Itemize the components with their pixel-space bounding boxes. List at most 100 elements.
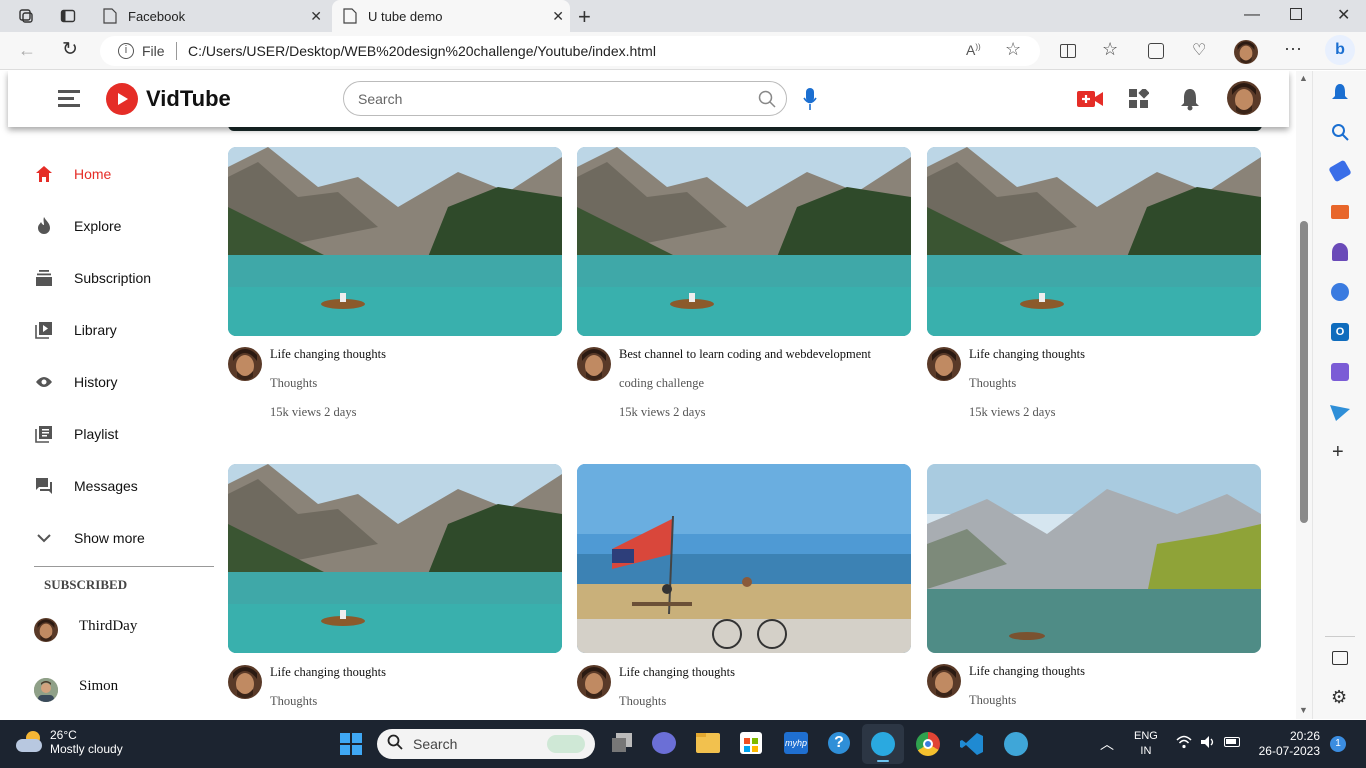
channel-avatar[interactable] xyxy=(228,347,262,381)
app-icon[interactable] xyxy=(1004,732,1028,756)
sidebar-item-playlist[interactable]: Playlist xyxy=(34,422,118,446)
teams-chat-icon[interactable] xyxy=(652,732,676,754)
close-window-icon[interactable]: ✕ xyxy=(1337,5,1350,25)
workspaces-icon[interactable] xyxy=(18,8,34,24)
video-title[interactable]: Life changing thoughts xyxy=(270,665,386,680)
tab-facebook[interactable]: Facebook ✕ xyxy=(92,0,328,32)
split-screen-icon[interactable] xyxy=(1060,44,1076,58)
add-icon[interactable]: + xyxy=(1332,441,1344,464)
back-icon[interactable]: ← xyxy=(18,40,36,61)
apps-icon[interactable] xyxy=(1129,87,1150,114)
send-icon[interactable] xyxy=(1330,405,1350,426)
battery-icon[interactable] xyxy=(1224,737,1240,747)
video-title[interactable]: Life changing thoughts xyxy=(969,347,1085,362)
chrome-icon[interactable] xyxy=(916,732,940,756)
new-tab-icon[interactable]: + xyxy=(578,4,591,30)
help-icon[interactable]: ? xyxy=(828,732,850,754)
settings-gear-icon[interactable]: ⚙ xyxy=(1331,687,1347,708)
task-view-icon[interactable] xyxy=(612,733,632,753)
url-field[interactable]: i File C:/Users/USER/Desktop/WEB%20desig… xyxy=(100,36,1040,66)
games-icon[interactable] xyxy=(1332,243,1348,261)
menu-icon[interactable] xyxy=(58,89,80,107)
notification-badge[interactable]: 1 xyxy=(1330,736,1346,752)
close-tab-icon[interactable]: ✕ xyxy=(310,8,322,25)
windows-start-icon[interactable] xyxy=(340,733,362,755)
video-thumbnail[interactable] xyxy=(228,147,562,336)
channel-avatar[interactable] xyxy=(927,664,961,698)
bell-icon[interactable] xyxy=(1331,83,1349,108)
file-explorer-icon[interactable] xyxy=(696,733,720,753)
tools-icon[interactable] xyxy=(1331,205,1349,219)
favorite-star-icon[interactable]: ☆ xyxy=(1005,39,1021,60)
sidebar-item-explore[interactable]: Explore xyxy=(34,214,121,238)
tab-utube-demo[interactable]: U tube demo ✕ xyxy=(332,0,570,32)
video-title[interactable]: Life changing thoughts xyxy=(969,664,1085,679)
video-thumbnail[interactable] xyxy=(927,147,1261,336)
video-channel[interactable]: Thoughts xyxy=(619,694,666,709)
sidebar-item-show-more[interactable]: Show more xyxy=(34,526,145,550)
video-channel[interactable]: Thoughts xyxy=(270,376,317,391)
profile-avatar[interactable] xyxy=(1234,40,1258,64)
video-card[interactable]: Life changing thoughts Thoughts 15k view… xyxy=(927,147,1261,419)
scroll-down-arrow[interactable]: ▼ xyxy=(1299,705,1308,715)
vscode-icon[interactable] xyxy=(960,732,984,756)
scroll-up-arrow[interactable]: ▲ xyxy=(1299,73,1308,83)
sidebar-item-subscription[interactable]: Subscription xyxy=(34,266,151,290)
video-channel[interactable]: coding challenge xyxy=(619,376,704,391)
hp-icon[interactable]: myhp xyxy=(784,732,808,754)
more-options-icon[interactable]: ··· xyxy=(1284,38,1302,59)
hide-sidebar-icon[interactable] xyxy=(1332,651,1348,665)
clock[interactable]: 20:26 26-07-2023 xyxy=(1259,729,1320,759)
video-title[interactable]: Best channel to learn coding and webdeve… xyxy=(619,347,871,362)
search-icon[interactable] xyxy=(1331,123,1349,146)
outlook-icon[interactable]: O xyxy=(1331,323,1349,341)
video-channel[interactable]: Thoughts xyxy=(969,376,1016,391)
microphone-icon[interactable] xyxy=(803,87,817,116)
video-thumbnail[interactable] xyxy=(927,464,1261,653)
volume-icon[interactable] xyxy=(1200,735,1216,754)
video-thumbnail[interactable] xyxy=(228,464,562,653)
search-icon[interactable] xyxy=(758,90,776,111)
restore-icon[interactable] xyxy=(1290,8,1302,20)
sidebar-item-messages[interactable]: Messages xyxy=(34,474,138,498)
video-card[interactable]: Best channel to learn coding and webdeve… xyxy=(577,147,911,419)
notifications-bell-icon[interactable] xyxy=(1180,87,1200,116)
channel-avatar[interactable] xyxy=(577,347,611,381)
microsoft365-icon[interactable] xyxy=(1331,283,1349,301)
refresh-icon[interactable]: ↻ xyxy=(62,38,78,61)
weather-widget[interactable]: 26°C Mostly cloudy xyxy=(16,728,123,756)
video-card[interactable]: Life changing thoughts Thoughts 15k view… xyxy=(228,147,562,419)
video-card[interactable]: Life changing thoughts Thoughts xyxy=(577,464,911,708)
designer-icon[interactable] xyxy=(1331,363,1349,381)
favorites-icon[interactable]: ☆ xyxy=(1102,39,1118,60)
info-icon[interactable]: i xyxy=(118,43,134,59)
video-thumbnail[interactable] xyxy=(577,147,911,336)
channel-avatar[interactable] xyxy=(228,665,262,699)
search-input[interactable]: Search xyxy=(343,81,787,116)
create-video-icon[interactable] xyxy=(1077,90,1103,113)
sidebar-item-library[interactable]: Library xyxy=(34,318,117,342)
video-card[interactable]: Life changing thoughts Thoughts xyxy=(927,464,1261,707)
subscribed-channel[interactable]: ThirdDay xyxy=(34,618,137,642)
video-card[interactable]: Life changing thoughts Thoughts xyxy=(228,464,562,708)
user-avatar[interactable] xyxy=(1227,81,1261,115)
tab-actions-icon[interactable] xyxy=(60,8,76,24)
sidebar-item-home[interactable]: Home xyxy=(34,162,111,186)
sidebar-item-history[interactable]: History xyxy=(34,370,118,394)
scroll-thumb[interactable] xyxy=(1300,221,1308,523)
video-channel[interactable]: Thoughts xyxy=(969,693,1016,708)
channel-avatar[interactable] xyxy=(927,347,961,381)
show-hidden-icons[interactable]: ︿ xyxy=(1100,734,1114,754)
store-icon[interactable] xyxy=(740,732,762,754)
video-title[interactable]: Life changing thoughts xyxy=(619,665,735,680)
channel-avatar[interactable] xyxy=(577,665,611,699)
subscribed-channel[interactable]: Simon xyxy=(34,678,118,702)
collections-icon[interactable] xyxy=(1148,43,1164,59)
shopping-tag-icon[interactable] xyxy=(1328,159,1352,183)
logo[interactable]: VidTube xyxy=(106,83,231,115)
edge-browser-icon[interactable] xyxy=(862,724,904,764)
read-aloud-icon[interactable]: A)) xyxy=(966,42,981,58)
language-indicator[interactable]: ENG IN xyxy=(1134,729,1158,759)
close-tab-icon[interactable]: ✕ xyxy=(552,8,564,25)
bing-chat-icon[interactable]: b xyxy=(1325,35,1355,65)
